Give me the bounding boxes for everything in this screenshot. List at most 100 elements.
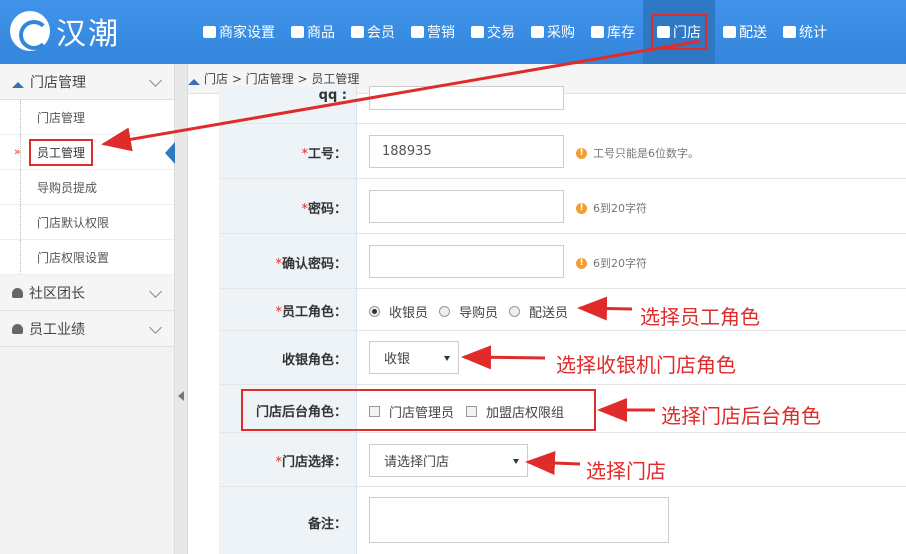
main-nav: 商家设置 商品 会员 营销 交易 采购 库存 门店 配送 统计 (195, 0, 835, 64)
document-icon (471, 26, 484, 38)
cashier-role-select[interactable]: 收银 (369, 341, 459, 374)
home-icon (12, 76, 24, 88)
user-icon (351, 26, 364, 38)
annotation-backend: 选择门店后台角色 (661, 404, 821, 428)
logo[interactable]: 汉潮 (10, 8, 120, 54)
annotation-store: 选择门店 (586, 459, 666, 483)
staff-form: qq : *工号： 188935 ! 工号只能是6位数字。 *密码： ! 6到20字… (219, 86, 906, 554)
home-icon (188, 73, 200, 85)
nav-label: 门店 (673, 25, 701, 41)
form-row-store-select: *门店选择： 请选择门店 (219, 433, 906, 487)
role-radio-cashier[interactable] (369, 306, 380, 317)
confirm-password-input[interactable] (369, 245, 564, 278)
highlight-box-backend-role (241, 389, 596, 431)
coins-icon (291, 26, 304, 38)
nav-label: 配送 (739, 25, 767, 41)
cup-icon (531, 26, 544, 38)
nav-merchant-settings[interactable]: 商家设置 (195, 0, 283, 64)
nav-goods[interactable]: 商品 (283, 0, 343, 64)
emp-no-hint: ! 工号只能是6位数字。 (576, 145, 699, 161)
sidebar-item-store-manage[interactable]: 门店管理 (0, 100, 174, 135)
nav-label: 库存 (607, 25, 635, 41)
highlight-box: 门店 (651, 14, 707, 50)
form-row-role: *员工角色： 收银员 导购员 配送员 (219, 289, 906, 331)
annotation-cashier: 选择收银机门店角色 (556, 353, 736, 377)
dropdown-caret-icon (513, 459, 519, 464)
nav-purchase[interactable]: 采购 (523, 0, 583, 64)
form-row-qq: qq : (219, 86, 906, 124)
store-icon (591, 26, 604, 38)
sidebar-item-label: 员工管理 (29, 138, 94, 166)
form-row-remark: 备注： (219, 487, 906, 554)
nav-delivery[interactable]: 配送 (715, 0, 775, 64)
nav-label: 商品 (307, 25, 335, 41)
password-label: *密码： (301, 202, 347, 217)
top-navbar: 汉潮 商家设置 商品 会员 营销 交易 采购 库存 门店 配送 统计 (0, 0, 906, 64)
form-row-emp-no: *工号： 188935 ! 工号只能是6位数字。 (219, 124, 906, 179)
sidebar-group-community[interactable]: 社区团长 (0, 275, 174, 311)
cup-icon (411, 26, 424, 38)
role-option-label: 导购员 (459, 306, 499, 321)
store-select-label: *门店选择： (275, 455, 347, 470)
form-row-confirm-password: *确认密码： ! 6到20字符 (219, 234, 906, 289)
warning-icon: ! (576, 202, 587, 214)
confirm-password-hint: ! 6到20字符 (576, 255, 647, 271)
nav-label: 统计 (799, 25, 827, 41)
sidebar-group-store[interactable]: 门店管理 (0, 64, 174, 100)
sidebar-group-performance[interactable]: 员工业绩 (0, 311, 174, 347)
people-icon (12, 287, 23, 298)
store-select[interactable]: 请选择门店 (369, 444, 528, 477)
sidebar-item-guide-commission[interactable]: 导购员提成 (0, 170, 174, 205)
role-option-label: 配送员 (529, 306, 569, 321)
people-icon (12, 323, 23, 334)
password-hint: ! 6到20字符 (576, 200, 647, 216)
warning-icon: ! (576, 257, 587, 269)
sidebar-item-default-permission[interactable]: 门店默认权限 (0, 205, 174, 240)
chevron-left-icon (178, 391, 184, 401)
sidebar-group-label: 门店管理 (30, 74, 86, 91)
bar-chart-icon (783, 26, 796, 38)
qq-label: qq : (318, 88, 347, 103)
dropdown-caret-icon (444, 356, 450, 361)
form-row-password: *密码： ! 6到20字符 (219, 179, 906, 234)
cashier-role-label: 收银角色： (281, 353, 347, 368)
nav-statistics[interactable]: 统计 (775, 0, 835, 64)
double-chevron-icon: » (14, 145, 21, 158)
home-icon (657, 26, 670, 38)
nav-trade[interactable]: 交易 (463, 0, 523, 64)
nav-members[interactable]: 会员 (343, 0, 403, 64)
sidebar-collapse-button[interactable] (175, 64, 188, 554)
chevron-down-icon (149, 321, 162, 334)
active-indicator (165, 142, 175, 164)
chevron-down-icon (149, 74, 162, 87)
sidebar-item-staff-manage[interactable]: » 员工管理 (0, 135, 175, 170)
role-label: *员工角色： (275, 305, 347, 320)
nav-store[interactable]: 门店 (643, 0, 715, 64)
nav-marketing[interactable]: 营销 (403, 0, 463, 64)
nav-label: 会员 (367, 25, 395, 41)
qq-input[interactable] (369, 86, 564, 110)
emp-no-input[interactable]: 188935 (369, 135, 564, 168)
sidebar-group-label: 社区团长 (29, 285, 85, 302)
password-input[interactable] (369, 190, 564, 223)
role-radio-guide[interactable] (439, 306, 451, 317)
sidebar-group-label: 员工业绩 (29, 321, 85, 338)
emp-no-label: *工号： (301, 147, 347, 162)
sidebar-submenu: 门店管理 » 员工管理 导购员提成 门店默认权限 门店权限设置 (0, 100, 175, 275)
logo-text: 汉潮 (56, 17, 120, 52)
nav-label: 交易 (487, 25, 515, 41)
remark-label: 备注： (307, 517, 347, 532)
annotation-role: 选择员工角色 (640, 305, 760, 329)
nav-label: 营销 (427, 25, 455, 41)
role-radio-delivery[interactable] (509, 306, 521, 317)
sidebar-item-permission-settings[interactable]: 门店权限设置 (0, 240, 174, 275)
nav-inventory[interactable]: 库存 (583, 0, 643, 64)
sidebar: 门店管理 门店管理 » 员工管理 导购员提成 门店默认权限 门店权限设置 社区团长… (0, 64, 175, 554)
sidebar-item-label: 门店权限设置 (37, 250, 110, 265)
logo-icon (10, 11, 50, 51)
sidebar-item-label: 门店默认权限 (37, 215, 110, 230)
confirm-password-label: *确认密码： (275, 257, 347, 272)
breadcrumb-text: 门店 > 门店管理 > 员工管理 (204, 72, 360, 86)
remark-textarea[interactable] (369, 497, 669, 543)
gear-icon (203, 26, 216, 38)
